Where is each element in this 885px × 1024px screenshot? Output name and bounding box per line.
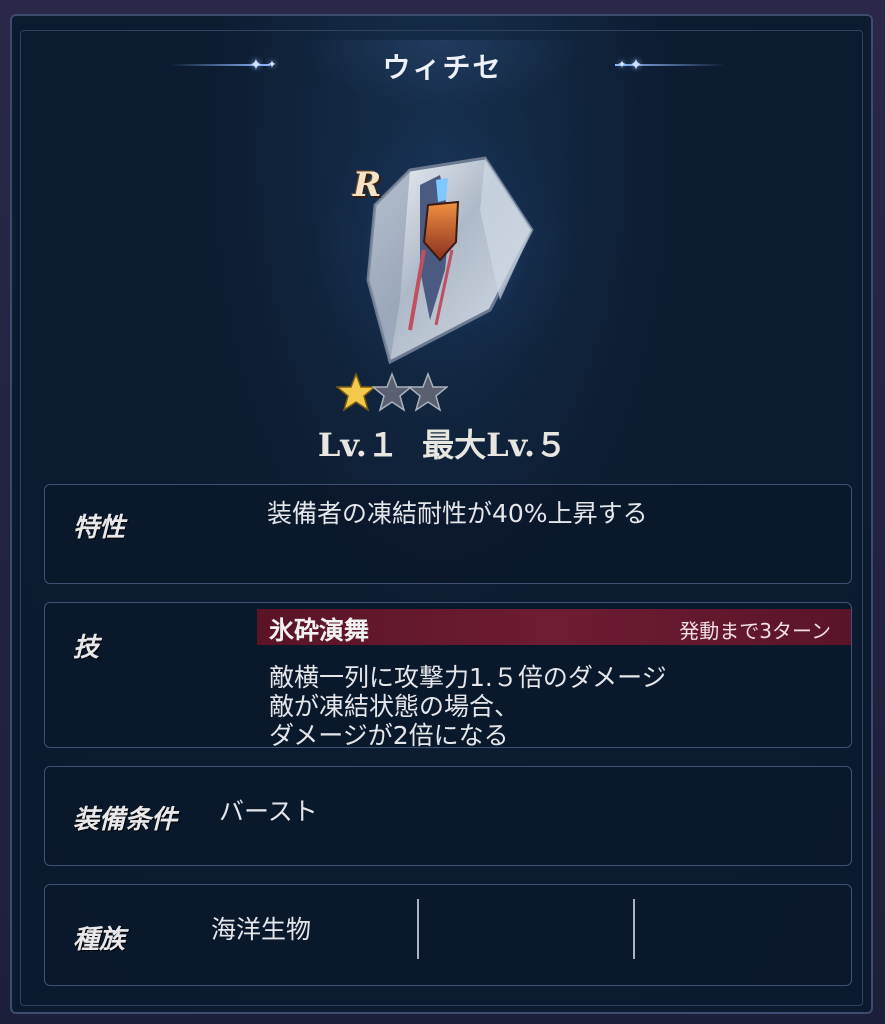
skill-desc-line: 敵横一列に攻撃力1.５倍のダメージ [269,663,667,692]
rarity-badge: R [353,165,382,205]
race-label: 種族 [73,925,126,955]
race-box: 種族 海洋生物 [44,884,852,986]
item-title: ウィチセ [382,51,503,84]
equip-condition-value: バースト [219,797,318,826]
trait-box: 特性 装備者の凍結耐性が40%上昇する [44,484,852,584]
star-empty-icon [372,371,412,412]
skill-description: 敵横一列に攻撃力1.５倍のダメージ 敵が凍結状態の場合、 ダメージが2倍になる [269,663,667,750]
race-divider [417,899,419,959]
max-level: 最大Lv.５ [422,426,568,464]
skill-name: 氷砕演舞 [269,616,370,645]
skill-desc-line: 敵が凍結状態の場合、 [269,692,520,721]
skill-label: 技 [73,633,100,663]
level-info: Lv.１ 最大Lv.５ [250,420,635,466]
background: ✦ ✦ ✦ ✦ ウィチセ R Lv.１ 最大Lv.５ 特性 装備者の凍結耐性が4… [0,0,885,1024]
star-filled-icon [336,371,376,412]
skill-cooldown: 発動まで3ターン [679,619,831,643]
race-divider [633,899,635,959]
current-level: Lv.１ [317,426,399,464]
sparkle-icon: ✦ [267,58,277,71]
equip-condition-box: 装備条件 バースト [44,766,852,866]
equip-condition-label: 装備条件 [73,805,178,835]
skill-desc-line: ダメージが2倍になる [269,721,509,750]
star-rating [336,370,448,416]
star-empty-icon [408,371,448,412]
skill-box: 技 氷砕演舞 発動まで3ターン 敵横一列に攻撃力1.５倍のダメージ 敵が凍結状態… [44,602,852,750]
sparkle-icon: ✦ [629,55,643,74]
race-value: 海洋生物 [211,915,312,944]
skill-header: 氷砕演舞 発動まで3ターン [257,609,851,645]
trait-label: 特性 [73,513,126,543]
trait-text: 装備者の凍結耐性が40%上昇する [267,499,648,528]
